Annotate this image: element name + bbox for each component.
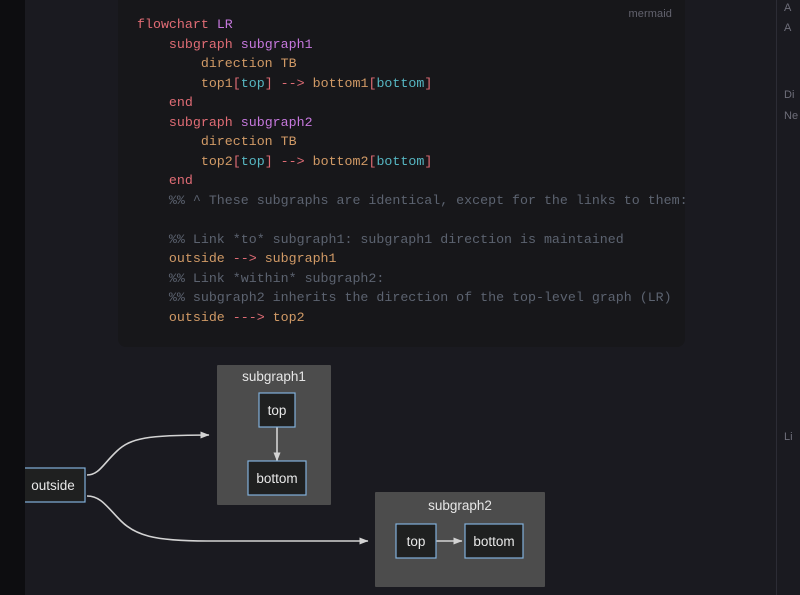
code-token-lbl: top (240, 75, 265, 91)
node-outside-label: outside (31, 478, 75, 493)
code-token-id: bottom2 (312, 153, 369, 169)
code-token-lbl: top (240, 153, 265, 169)
edge-outside-to-subgraph1 (86, 431, 210, 476)
code-token-cmt: %% Link *to* subgraph1: subgraph1 direct… (168, 231, 624, 247)
code-token-kw: subgraph (168, 114, 233, 130)
code-line: subgraph subgraph2 (137, 113, 675, 133)
code-line: %% Link *within* subgraph2: (137, 269, 675, 289)
code-token-dir: subgraph2 (240, 114, 313, 130)
code-token-dir: subgraph1 (240, 36, 313, 52)
code-token-brk: ] (424, 75, 433, 91)
code-token-kw: end (168, 173, 193, 188)
code-token-kw: end (168, 95, 193, 110)
code-line: outside --> subgraph1 (137, 249, 675, 269)
node-subgraph2-bottom-label: bottom (473, 534, 514, 549)
mermaid-code-block: mermaid flowchart LR subgraph subgraph1 … (118, 0, 685, 347)
node-subgraph1-bottom[interactable]: bottom (247, 460, 307, 496)
code-token-cmt: %% Link *within* subgraph2: (168, 270, 385, 286)
code-token-lbl: bottom (376, 75, 425, 91)
code-token-id: outside (168, 251, 225, 266)
code-token-lbl: bottom (376, 153, 425, 169)
code-token-id: top2 (200, 153, 233, 169)
code-token-brk: ] (264, 75, 273, 91)
node-subgraph2-top-label: top (407, 534, 426, 549)
code-token-kw: subgraph (168, 36, 233, 52)
code-token-cmt: %% ^ These subgraphs are identical, exce… (168, 192, 685, 208)
toc-link-3[interactable]: Di (784, 89, 794, 101)
code-line: direction TB (137, 54, 675, 74)
node-outside[interactable]: outside (25, 467, 86, 503)
node-subgraph1-top[interactable]: top (258, 392, 296, 428)
code-token-cmt: %% subgraph2 inherits the direction of t… (168, 290, 672, 305)
code-line: top2[top] --> bottom2[bottom] (137, 152, 675, 172)
code-line: direction TB (137, 132, 675, 152)
code-token-brk: [ (232, 153, 241, 169)
code-token-id: top1 (200, 75, 233, 91)
code-line: outside ---> top2 (137, 308, 675, 328)
toc-link-2[interactable]: A (784, 22, 791, 34)
code-token-brk: ] (424, 153, 433, 169)
code-token-arrow: --> (280, 153, 305, 169)
code-line: %% subgraph2 inherits the direction of t… (137, 288, 675, 308)
code-source-lines[interactable]: flowchart LR subgraph subgraph1 directio… (137, 15, 685, 328)
node-subgraph1-top-label: top (268, 403, 287, 418)
code-token-id: direction TB (200, 134, 297, 149)
cluster-subgraph1-label: subgraph1 (242, 369, 306, 384)
node-subgraph2-bottom[interactable]: bottom (464, 523, 524, 559)
code-token-id: top2 (272, 309, 305, 325)
code-token-arrow: --> (232, 251, 257, 266)
code-token-brk: [ (232, 75, 241, 91)
cluster-subgraph2-label: subgraph2 (428, 498, 492, 513)
node-subgraph1-bottom-label: bottom (256, 471, 297, 486)
code-token-arrow: ---> (232, 309, 265, 325)
code-line: flowchart LR (137, 15, 675, 35)
code-token-brk: ] (264, 153, 273, 169)
code-token-kw: flowchart (137, 17, 209, 32)
code-line: %% ^ These subgraphs are identical, exce… (137, 191, 685, 211)
code-line: end (137, 171, 675, 191)
toc-link-4[interactable]: Ne (784, 110, 798, 122)
right-sidebar-toc: A A Di Ne Li (777, 0, 800, 595)
code-token-id: bottom1 (312, 75, 369, 91)
node-subgraph2-top[interactable]: top (395, 523, 437, 559)
code-token-arrow: --> (280, 75, 305, 91)
code-token-dir: LR (216, 17, 233, 32)
code-line: %% Link *to* subgraph1: subgraph1 direct… (137, 230, 675, 250)
code-token-id: outside (168, 309, 225, 325)
code-line: top1[top] --> bottom1[bottom] (137, 74, 675, 94)
toc-link-5[interactable]: Li (784, 431, 793, 443)
left-rail (0, 0, 25, 595)
code-line: end (137, 93, 675, 113)
page-root: mermaid flowchart LR subgraph subgraph1 … (0, 0, 800, 595)
toc-link-1[interactable]: A (784, 2, 791, 14)
code-token-id: direction TB (200, 56, 297, 71)
code-line: subgraph subgraph1 (137, 35, 675, 55)
mermaid-rendered-diagram: subgraph1 subgraph2 outside top bottom t… (25, 355, 776, 595)
code-token-id: subgraph1 (264, 251, 337, 266)
